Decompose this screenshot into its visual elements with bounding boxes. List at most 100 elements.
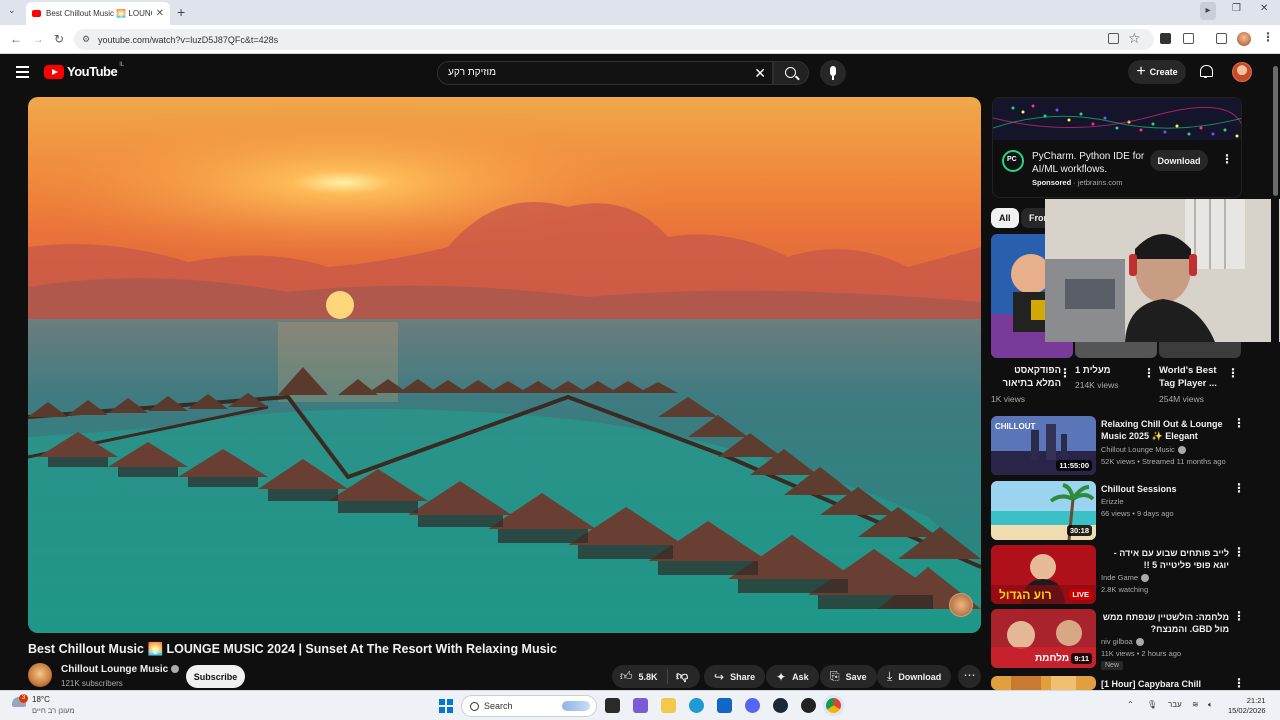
temperature: 18°C xyxy=(32,695,50,704)
video-thumbnail[interactable]: מלחמת 9:11 xyxy=(991,609,1096,668)
close-tab-icon[interactable]: ✕ xyxy=(156,8,164,19)
channel-avatar[interactable] xyxy=(28,663,52,687)
youtube-logo[interactable]: YouTube IL xyxy=(44,62,124,79)
channel-name-link[interactable]: Chillout Lounge Music xyxy=(61,664,180,675)
widgets-icon[interactable] xyxy=(633,698,648,713)
profile-avatar-icon[interactable] xyxy=(1237,32,1251,46)
recommendation-item[interactable]: CHILLOUT 11:55:00 Relaxing Chill Out & L… xyxy=(991,416,1251,478)
search-button[interactable] xyxy=(773,61,809,85)
short-title[interactable]: מעלית 1 xyxy=(1075,364,1145,377)
browser-tab[interactable]: Best Chillout Music 🌅 LOUNGE ✕ xyxy=(26,2,170,25)
subscriber-count: 121K subscribers xyxy=(61,679,123,688)
dislike-button[interactable]: 👎︎ xyxy=(668,669,688,684)
browser-menu-icon[interactable]: ⋮ xyxy=(1262,30,1274,44)
recommendation-menu-icon[interactable]: ⋮ xyxy=(1233,676,1245,690)
reading-list-icon[interactable] xyxy=(1216,33,1227,44)
video-player[interactable] xyxy=(28,97,981,633)
sponsored-ad-card[interactable]: PyCharm. Python IDE for AI/ML workflows.… xyxy=(992,97,1242,198)
taskbar-search-box[interactable]: Search xyxy=(461,695,597,717)
reload-icon[interactable]: ↻ xyxy=(54,32,64,46)
share-icon: ↪ xyxy=(714,669,725,684)
bookmark-icon: ⎘ xyxy=(830,669,840,683)
scrollbar-thumb[interactable] xyxy=(1273,66,1278,196)
share-button[interactable]: ↪ Share xyxy=(704,665,766,688)
ask-button[interactable]: ✦ Ask xyxy=(766,665,819,688)
create-button[interactable]: + Create xyxy=(1128,60,1186,84)
windows-start-icon[interactable] xyxy=(439,699,453,713)
short-menu-icon[interactable]: ⋮ xyxy=(1059,366,1071,380)
browser-tab-bar: ⌄ Best Chillout Music 🌅 LOUNGE ✕ + ▸ ❐ ✕ xyxy=(0,0,1280,25)
subscribe-button[interactable]: Subscribe xyxy=(186,665,245,688)
short-title[interactable]: World's Best Tag Player ... xyxy=(1159,364,1229,390)
save-button[interactable]: ⎘ Save xyxy=(820,665,877,688)
short-title[interactable]: הפודקאסט המלא בתיאור xyxy=(991,364,1061,390)
extension-icon[interactable] xyxy=(1160,33,1171,44)
duration-badge: 11:55:00 xyxy=(1056,460,1092,471)
recommendation-menu-icon[interactable]: ⋮ xyxy=(1233,481,1245,495)
chrome-icon[interactable] xyxy=(826,698,841,713)
site-info-icon[interactable]: ⚙ xyxy=(82,34,90,45)
recommendation-item[interactable]: 30:18 Chillout Sessions Erizzle 66 views… xyxy=(991,481,1251,543)
voice-search-icon[interactable] xyxy=(820,60,846,86)
bookmark-star-icon[interactable]: ☆ xyxy=(1128,30,1141,47)
recommendation-menu-icon[interactable]: ⋮ xyxy=(1233,416,1245,430)
short-menu-icon[interactable]: ⋮ xyxy=(1227,366,1239,380)
new-tab-icon[interactable]: + xyxy=(177,4,185,20)
ad-download-button[interactable]: Download xyxy=(1150,150,1208,171)
recommendation-item[interactable]: [1 Hour] Capybara Chill Station - ... ⋮ xyxy=(991,676,1251,690)
language-indicator[interactable]: עבר xyxy=(1168,700,1182,709)
recommendation-menu-icon[interactable]: ⋮ xyxy=(1233,545,1245,559)
video-thumbnail[interactable]: רוע הגדול LIVE xyxy=(991,545,1096,604)
video-thumbnail[interactable] xyxy=(991,676,1096,690)
file-explorer-icon[interactable] xyxy=(661,698,676,713)
steam-icon[interactable] xyxy=(773,698,788,713)
weather-description: מעונן רב חיים xyxy=(32,706,75,715)
microphone-tray-icon[interactable]: 🎙︎ xyxy=(1147,700,1157,709)
install-app-icon[interactable] xyxy=(1108,33,1119,44)
notifications-bell-icon[interactable] xyxy=(1199,64,1213,78)
ad-domain: jetbrains.com xyxy=(1077,178,1123,187)
microsoft-store-icon[interactable] xyxy=(717,698,732,713)
chip-all[interactable]: All xyxy=(991,208,1019,228)
forward-icon[interactable]: → xyxy=(32,32,44,46)
video-thumbnail[interactable]: 30:18 xyxy=(991,481,1096,540)
tab-list-icon[interactable]: ⌄ xyxy=(8,5,16,16)
recommendation-item[interactable]: רוע הגדול LIVE לייב פותחים שבוע עם אידה … xyxy=(991,545,1251,607)
more-actions-icon[interactable]: ⋯ xyxy=(958,665,981,688)
obs-studio-icon[interactable] xyxy=(801,698,816,713)
menu-icon[interactable] xyxy=(16,66,29,78)
back-icon[interactable]: ← xyxy=(10,32,22,46)
download-button[interactable]: ⤓ Download xyxy=(877,665,952,688)
video-frame-sunset-resort xyxy=(28,97,981,633)
messenger-app-icon[interactable] xyxy=(745,698,760,713)
task-view-icon[interactable] xyxy=(605,698,620,713)
account-avatar[interactable] xyxy=(1232,62,1252,82)
short-menu-icon[interactable]: ⋮ xyxy=(1143,366,1155,380)
recommendation-menu-icon[interactable]: ⋮ xyxy=(1233,609,1245,623)
video-thumbnail[interactable]: CHILLOUT 11:55:00 xyxy=(991,416,1096,475)
weather-widget[interactable]: 18°C מעונן רב חיים xyxy=(32,695,74,715)
system-clock[interactable]: 21:21 15/02/2026 xyxy=(1228,696,1266,716)
ad-menu-icon[interactable]: ⋮ xyxy=(1221,152,1233,166)
svg-text:רוע הגדול: רוע הגדול xyxy=(999,588,1052,602)
cast-media-icon[interactable]: ▸ xyxy=(1200,2,1216,20)
thumbs-up-icon: 👍︎ xyxy=(620,669,633,683)
clock-time: 21:21 xyxy=(1246,696,1266,705)
edge-browser-icon[interactable] xyxy=(689,698,704,713)
clear-search-icon[interactable]: ✕ xyxy=(754,65,766,82)
extensions-puzzle-icon[interactable] xyxy=(1183,33,1194,44)
restore-window-icon[interactable]: ❐ xyxy=(1232,3,1241,14)
recommendation-channel: Inde Game xyxy=(1101,573,1150,583)
url-field[interactable]: ⚙ youtube.com/watch?v=luzD5J87QFc&t=428s xyxy=(74,29,1154,50)
verified-icon xyxy=(171,665,180,674)
channel-watermark-icon[interactable] xyxy=(949,593,973,617)
video-title: Best Chillout Music 🌅 LOUNGE MUSIC 2024 … xyxy=(28,642,557,656)
wifi-icon[interactable]: ≋ xyxy=(1192,700,1199,709)
volume-icon[interactable]: 🔈︎ xyxy=(1208,700,1213,710)
tray-overflow-icon[interactable]: ⌃ xyxy=(1127,700,1134,709)
clock-date: 15/02/2026 xyxy=(1228,706,1266,715)
like-button[interactable]: 👍︎ 5.8K xyxy=(612,669,668,684)
search-input[interactable]: מוזיקת רקע ✕ xyxy=(437,61,773,85)
close-window-icon[interactable]: ✕ xyxy=(1260,3,1268,14)
recommendation-item[interactable]: מלחמת 9:11 מלחמה: הולשטיין שנפתח ממש מול… xyxy=(991,609,1251,671)
